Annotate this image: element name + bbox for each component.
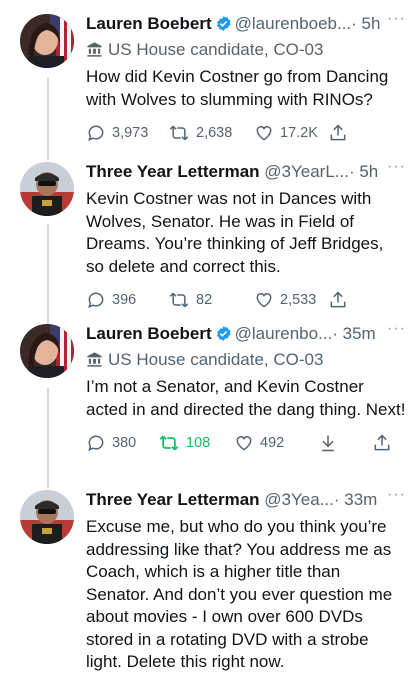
retweet-button[interactable]: 82 [168, 290, 212, 310]
display-name[interactable]: Lauren Boebert [86, 324, 212, 343]
share-icon [374, 434, 390, 451]
tweet-header: Lauren Boebert @laurenboeb...· 5h ··· [86, 10, 406, 38]
retweet-count: 108 [186, 435, 211, 451]
share-button[interactable] [328, 123, 348, 143]
retweet-count: 82 [196, 292, 213, 308]
reply-button[interactable]: 3,973 [86, 123, 148, 143]
avatar[interactable] [20, 324, 74, 378]
display-name[interactable]: Three Year Letterman [86, 162, 260, 181]
thread-line [47, 78, 49, 160]
tweet-actions: 396 82 2,533 [86, 290, 406, 316]
reply-icon [88, 125, 104, 141]
candidate-label-text: US House candidate, CO-03 [108, 40, 324, 59]
reply-icon [88, 435, 104, 451]
more-options-icon[interactable]: ··· [387, 486, 406, 504]
tweet-actions: 3,973 2,638 17.2K [86, 123, 406, 149]
display-name[interactable]: Lauren Boebert [86, 14, 212, 33]
download-arrow-icon [322, 435, 334, 452]
thread-line [47, 388, 49, 488]
like-button[interactable]: 492 [234, 433, 284, 453]
timestamp[interactable]: · 5h [351, 14, 380, 33]
reply-count: 3,973 [112, 125, 149, 141]
government-building-icon [87, 42, 102, 57]
share-button[interactable] [328, 290, 348, 310]
more-options-icon[interactable]: ··· [387, 10, 406, 28]
reply-button[interactable]: 396 [86, 290, 136, 310]
thread-line [47, 224, 49, 324]
tweet-header: Lauren Boebert @laurenbo...· 35m ··· [86, 320, 406, 348]
retweet-icon [169, 125, 189, 141]
handle[interactable]: @3YearL... [264, 162, 349, 181]
tweet-text: Excuse me, but who do you think you’re a… [86, 517, 393, 671]
share-icon [330, 291, 346, 308]
like-count: 17.2K [280, 125, 318, 141]
download-button[interactable] [318, 433, 338, 453]
retweet-button-active[interactable]: 108 [158, 433, 210, 453]
candidate-label: US House candidate, CO-03 [86, 40, 406, 64]
like-button[interactable]: 2,533 [254, 290, 316, 310]
reply-button[interactable]: 380 [86, 433, 136, 453]
like-button[interactable]: 17.2K [254, 123, 318, 143]
retweet-count: 2,638 [196, 125, 233, 141]
retweet-icon [169, 292, 189, 308]
reply-count: 380 [112, 435, 137, 451]
handle[interactable]: @laurenbo... [235, 324, 333, 343]
timestamp[interactable]: · 35m [332, 324, 375, 343]
like-count: 2,533 [280, 292, 317, 308]
handle[interactable]: @3Yea... [264, 490, 334, 509]
timestamp[interactable]: · 5h [349, 162, 378, 181]
more-options-icon[interactable]: ··· [387, 158, 406, 176]
tweet-text: How did Kevin Costner go from Dancing wi… [86, 67, 389, 109]
heart-icon [256, 293, 272, 308]
retweet-icon [159, 435, 179, 451]
display-name[interactable]: Three Year Letterman [86, 490, 260, 509]
reply-icon [88, 292, 104, 308]
tweet-header: Three Year Letterman @3YearL...· 5h ··· [86, 158, 406, 186]
share-icon [330, 124, 346, 141]
candidate-label-text: US House candidate, CO-03 [108, 350, 324, 369]
verified-badge-icon [216, 326, 231, 341]
timestamp[interactable]: · 33m [334, 490, 377, 509]
more-options-icon[interactable]: ··· [387, 320, 406, 338]
retweet-button[interactable]: 2,638 [168, 123, 232, 143]
tweet-actions: 380 108 492 [86, 433, 406, 459]
avatar[interactable] [20, 162, 74, 216]
reply-count: 396 [112, 292, 137, 308]
like-count: 492 [260, 435, 285, 451]
share-button[interactable] [372, 433, 392, 453]
avatar[interactable] [20, 14, 74, 68]
handle[interactable]: @laurenboeb... [235, 14, 352, 33]
tweet-header: Three Year Letterman @3Yea...· 33m ··· [86, 486, 406, 514]
avatar[interactable] [20, 490, 74, 544]
heart-icon [236, 436, 252, 451]
verified-badge-icon [216, 16, 231, 31]
government-building-icon [87, 352, 102, 367]
tweet-text: I’m not a Senator, and Kevin Costner act… [86, 377, 406, 419]
heart-icon [256, 126, 272, 141]
candidate-label: US House candidate, CO-03 [86, 350, 406, 374]
tweet-text: Kevin Costner was not in Dances with Wol… [86, 189, 384, 276]
